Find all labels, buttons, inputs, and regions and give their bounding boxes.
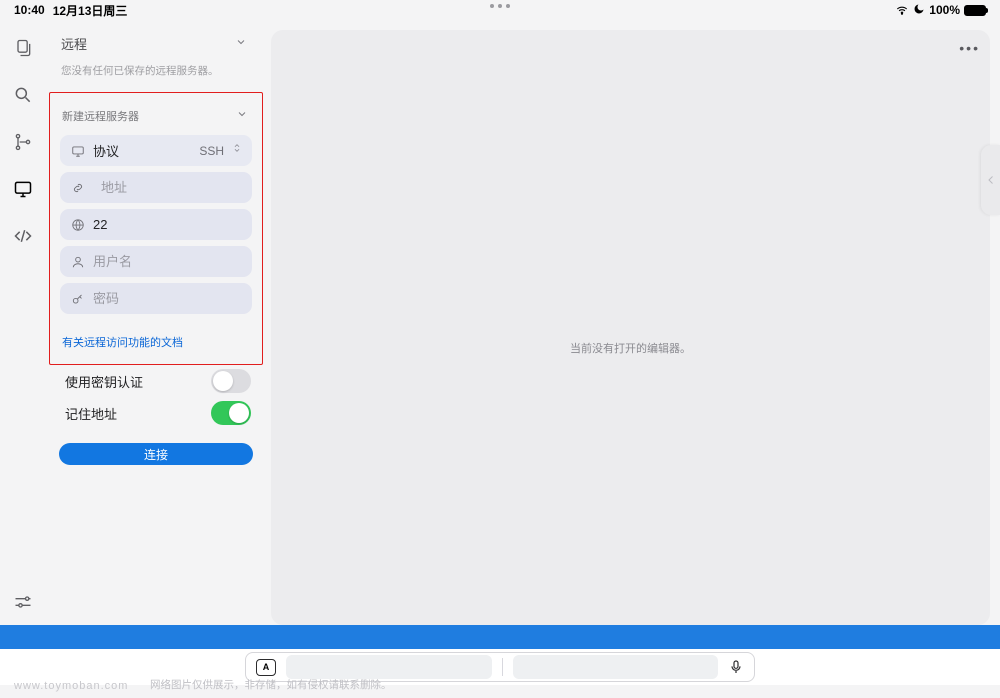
key-auth-label: 使用密钥认证	[65, 372, 143, 391]
chevron-down-icon[interactable]	[235, 35, 247, 53]
updown-icon	[232, 141, 242, 160]
key-icon	[70, 291, 85, 306]
watermark-text: 网络图片仅供展示，非存储，如有侵权请联系删除。	[150, 677, 392, 692]
source-control-icon[interactable]	[12, 131, 34, 153]
multitask-dots[interactable]	[490, 4, 510, 8]
text-field-left[interactable]	[286, 655, 492, 679]
editor-area: ••• 当前没有打开的编辑器。	[271, 30, 990, 625]
chevron-down-icon[interactable]	[236, 107, 248, 125]
no-servers-hint: 您没有任何已保存的远程服务器。	[59, 63, 253, 78]
address-input[interactable]	[101, 180, 277, 195]
moon-icon	[913, 3, 925, 18]
link-icon	[70, 180, 85, 195]
form-title: 新建远程服务器	[62, 108, 139, 124]
new-server-form: 新建远程服务器 协议 SSH	[49, 92, 263, 365]
battery-icon	[964, 5, 986, 16]
username-row[interactable]	[60, 246, 252, 277]
search-icon[interactable]	[12, 84, 34, 106]
separator	[502, 658, 503, 676]
activity-bar	[0, 20, 45, 625]
sidebar: 远程 您没有任何已保存的远程服务器。 新建远程服务器 协议 SSH	[45, 20, 271, 625]
protocol-value: SSH	[199, 144, 224, 158]
status-time: 10:40	[14, 3, 45, 17]
connect-button[interactable]: 连接	[59, 443, 253, 465]
empty-editor-msg: 当前没有打开的编辑器。	[271, 340, 990, 356]
sidebar-title: 远程	[61, 34, 87, 53]
battery-text: 100%	[929, 3, 960, 17]
more-icon[interactable]: •••	[959, 40, 980, 56]
settings-icon[interactable]	[12, 591, 34, 613]
monitor-icon	[70, 143, 85, 158]
text-field-right[interactable]	[513, 655, 719, 679]
code-icon[interactable]	[12, 225, 34, 247]
username-input[interactable]	[93, 254, 269, 269]
password-row[interactable]	[60, 283, 252, 314]
remember-label: 记住地址	[65, 404, 117, 423]
password-input[interactable]	[93, 291, 269, 306]
protocol-label: 协议	[93, 141, 191, 160]
address-row[interactable]	[60, 172, 252, 203]
protocol-row[interactable]: 协议 SSH	[60, 135, 252, 166]
files-icon[interactable]	[12, 37, 34, 59]
input-mode-badge[interactable]: A	[256, 659, 276, 676]
doc-link[interactable]: 有关远程访问功能的文档	[60, 320, 252, 356]
wifi-icon	[895, 2, 909, 19]
port-input[interactable]	[93, 217, 269, 232]
port-row[interactable]	[60, 209, 252, 240]
key-auth-toggle[interactable]	[211, 369, 251, 393]
side-handle[interactable]	[981, 145, 1000, 215]
status-date: 12月13日周三	[53, 2, 128, 19]
status-bar: 10:40 12月13日周三 100%	[0, 0, 1000, 20]
remote-icon[interactable]	[12, 178, 34, 200]
remember-toggle[interactable]	[211, 401, 251, 425]
mic-icon[interactable]	[728, 659, 744, 675]
user-icon	[70, 254, 85, 269]
globe-icon	[70, 217, 85, 232]
bottom-bar	[0, 625, 1000, 649]
watermark-host: www.toymoban.com	[14, 680, 128, 692]
